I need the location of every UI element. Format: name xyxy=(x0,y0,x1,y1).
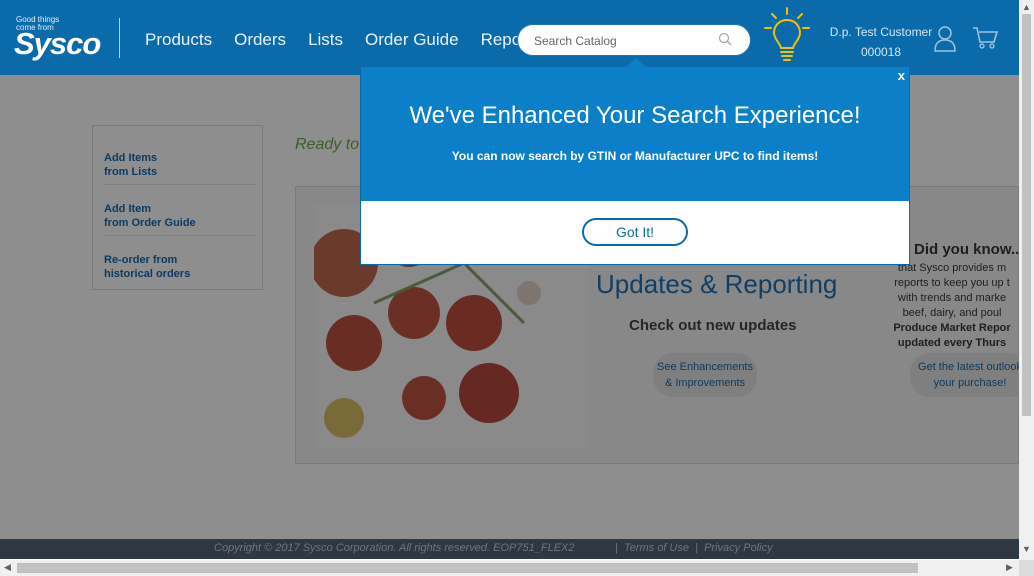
customer-number: 000018 xyxy=(860,45,902,59)
sidebar-item-label: Add Item xyxy=(104,203,152,215)
horizontal-scrollbar[interactable]: ◀ ▶ xyxy=(0,560,1019,576)
scrollbar-corner xyxy=(1019,560,1034,576)
modal-title: We've Enhanced Your Search Experience! xyxy=(409,102,861,129)
sidebar-item-add-from-order-guide[interactable]: Add Item from Order Guide xyxy=(104,202,256,230)
sidebar-item-label: historical orders xyxy=(104,268,191,280)
ready-text: Ready to xyxy=(295,136,360,153)
close-icon[interactable]: x xyxy=(898,68,905,83)
copyright-text: Copyright © 2017 Sysco Corporation. All … xyxy=(214,542,575,554)
search-box xyxy=(517,24,751,56)
footer-links: | Terms of Use | Privacy Policy xyxy=(615,542,773,554)
horizontal-scroll-thumb[interactable] xyxy=(17,563,918,573)
text-line: beef, dairy, and poul xyxy=(902,307,1002,319)
sidebar-item-label: from Lists xyxy=(104,166,158,178)
sysco-logo[interactable]: Good things come from Sysco xyxy=(14,14,101,62)
button-label: Get the latest outlook xyxy=(918,361,1022,373)
nav-lists[interactable]: Lists xyxy=(308,30,343,50)
got-it-button[interactable]: Got It! xyxy=(582,218,688,246)
sidebar-item-label: Add Items xyxy=(104,152,158,164)
search-announcement-modal: x We've Enhanced Your Search Experience!… xyxy=(360,58,910,265)
footer-separator: | xyxy=(695,542,698,554)
sidebar-item-reorder-history[interactable]: Re-order from historical orders xyxy=(104,253,256,281)
sidebar-item-add-from-lists[interactable]: Add Items from Lists xyxy=(104,151,256,179)
button-label: & Improvements xyxy=(664,377,746,389)
button-label: See Enhancements xyxy=(656,361,753,373)
scroll-down-icon[interactable]: ▼ xyxy=(1022,545,1031,554)
divider xyxy=(104,184,256,185)
text-line: with trends and marke xyxy=(897,292,1007,304)
top-header: Good things come from Sysco Products Ord… xyxy=(0,0,1019,75)
divider xyxy=(104,235,256,236)
nav-orders[interactable]: Orders xyxy=(234,30,286,50)
latest-outlook-button[interactable]: Get the latest outlook your purchase! xyxy=(910,353,1030,397)
modal-message: You can now search by GTIN or Manufactur… xyxy=(451,149,819,163)
nav-order-guide[interactable]: Order Guide xyxy=(365,30,459,50)
see-enhancements-button[interactable]: See Enhancements & Improvements xyxy=(653,353,757,397)
header-divider xyxy=(119,18,120,58)
user-icon[interactable] xyxy=(933,24,957,52)
quick-actions-panel: Add Items from Lists Add Item from Order… xyxy=(92,125,263,290)
privacy-link[interactable]: Privacy Policy xyxy=(704,542,772,554)
sidebar-item-label: Re-order from xyxy=(104,254,178,266)
button-label: your purchase! xyxy=(933,377,1007,389)
promo-subheading: Check out new updates xyxy=(629,317,797,334)
footer-separator: | xyxy=(615,542,618,554)
text-line: reports to keep you up t xyxy=(894,277,1010,289)
customer-info[interactable]: D.p. Test Customer 000018 xyxy=(824,22,938,62)
scroll-left-icon[interactable]: ◀ xyxy=(4,563,11,572)
footer: Copyright © 2017 Sysco Corporation. All … xyxy=(0,539,1019,559)
nav-products[interactable]: Products xyxy=(145,30,212,50)
sidebar-item-label: from Order Guide xyxy=(104,217,196,229)
terms-link[interactable]: Terms of Use xyxy=(624,542,689,554)
vertical-scroll-thumb[interactable] xyxy=(1022,14,1031,416)
modal-pointer xyxy=(627,58,645,67)
search-icon[interactable] xyxy=(718,32,732,46)
scroll-right-icon[interactable]: ▶ xyxy=(1006,563,1013,572)
text-line: updated every Thurs xyxy=(897,337,1007,349)
main-nav: Products Orders Lists Order Guide Report… xyxy=(145,30,562,50)
promo-heading: Updates & Reporting xyxy=(596,269,838,299)
lightbulb-icon[interactable] xyxy=(762,6,812,64)
customer-name: D.p. Test Customer xyxy=(829,25,933,39)
did-you-know-title: Did you know... xyxy=(914,241,1024,258)
cart-icon[interactable] xyxy=(972,26,998,50)
logo-brand: Sysco xyxy=(14,26,101,61)
scroll-up-icon[interactable]: ▲ xyxy=(1022,3,1031,12)
did-you-know-text: that Sysco provides m reports to keep yo… xyxy=(884,261,1020,351)
vertical-scrollbar[interactable]: ▲ ▼ xyxy=(1019,0,1034,560)
search-input[interactable] xyxy=(532,31,716,51)
modal-header: x We've Enhanced Your Search Experience!… xyxy=(361,58,909,201)
text-line: Produce Market Repor xyxy=(893,322,1011,334)
